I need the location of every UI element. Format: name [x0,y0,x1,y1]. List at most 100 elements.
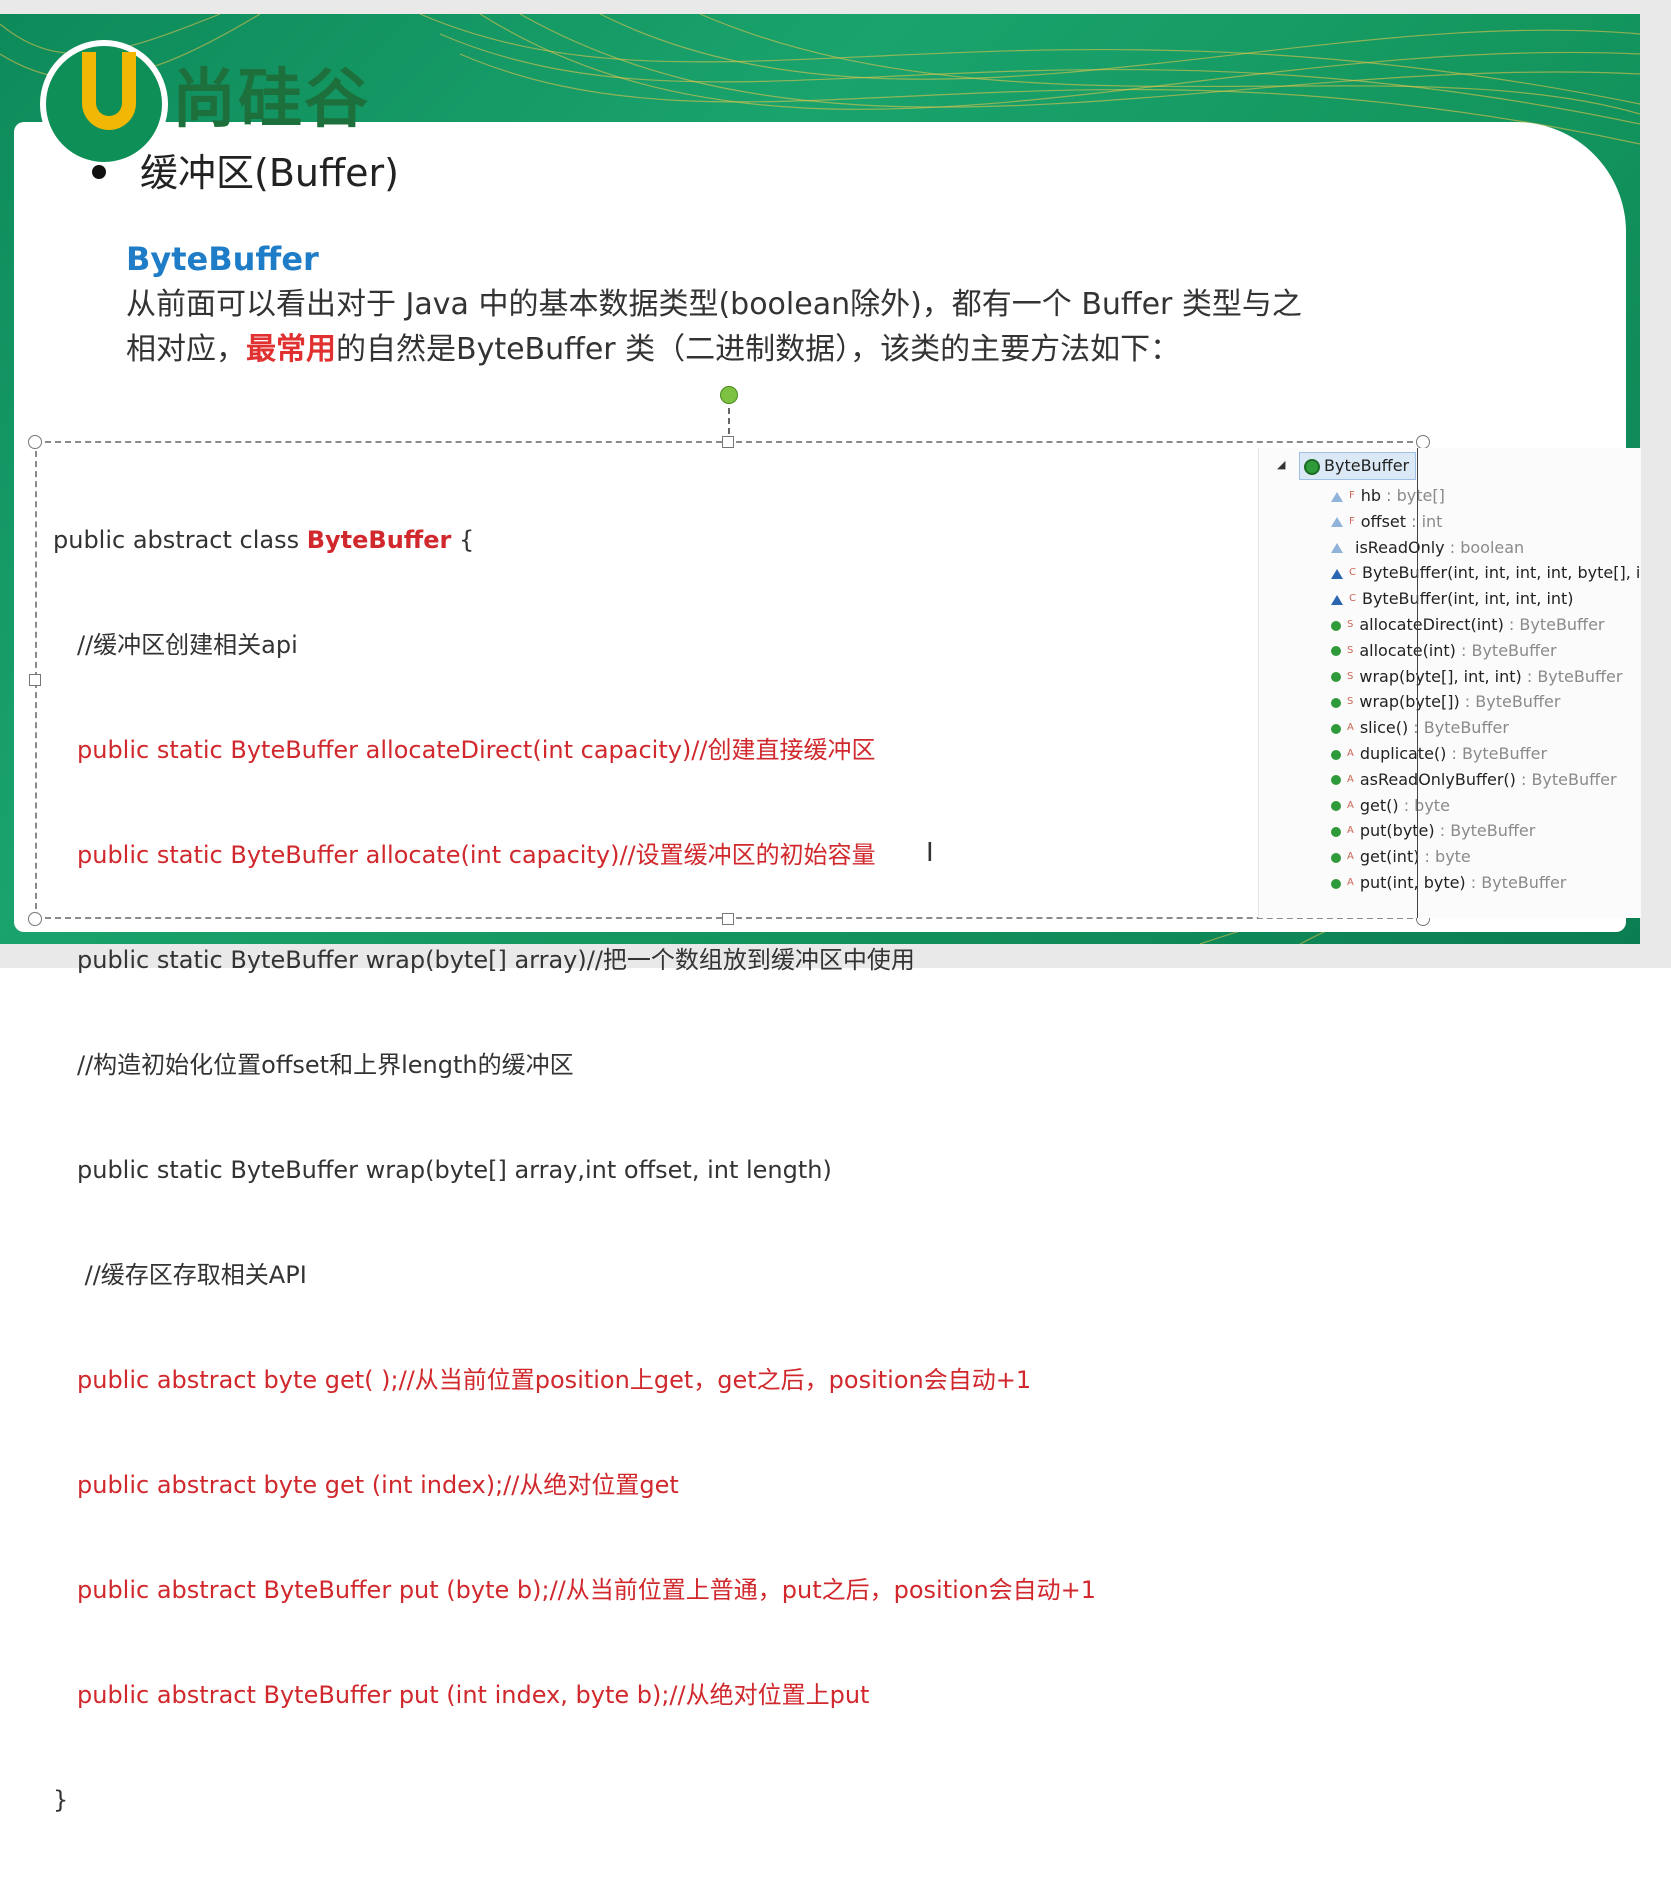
member-type: : byte [1398,795,1450,815]
member-type: : ByteBuffer [1503,615,1605,634]
modifier-label: A [1347,748,1354,759]
code-line: public abstract byte get (int index);//从… [77,1471,679,1499]
modifier-label: A [1347,851,1354,863]
code-line: public static ByteBuffer allocateDirect(… [77,736,876,764]
member-type: : byte [1419,847,1471,867]
outline-item[interactable]: Swrap(byte[], int, int) : ByteBuffer [1331,663,1622,690]
para-emphasis: 最常用 [246,332,336,367]
modifier-label: C [1349,567,1356,579]
code-line: public static ByteBuffer wrap(byte[] arr… [77,1156,832,1184]
logo-text: 尚硅谷 [172,63,370,137]
member-name: isReadOnly [1355,537,1445,557]
member-name: put(int, byte) [1359,873,1466,892]
member-type: : ByteBuffer [1515,769,1617,789]
brand-logo: 尚硅谷 [22,22,422,168]
outline-item[interactable]: C ByteBuffer(int, int, int, int, byte[], … [1331,559,1640,586]
member-name: wrap(byte[], int, int) [1359,666,1522,686]
member-type: : ByteBuffer [1408,718,1509,738]
public-method-icon [1331,801,1341,812]
field-icon [1331,543,1343,554]
rotate-handle[interactable] [720,386,738,404]
member-type: : ByteBuffer [1446,744,1548,763]
bullet-title-text: 缓冲区(Buffer) [140,151,399,195]
modifier-label: A [1347,877,1354,888]
para-line-1: 从前面可以看出对于 Java 中的基本数据类型(boolean除外)，都有一个 … [126,287,1302,322]
bullet-icon [92,164,106,179]
code-line: public abstract byte get( );//从当前位置posit… [77,1366,1032,1394]
member-name: ByteBuffer(int, int, int, int) [1361,589,1574,609]
outline-item[interactable]: Aget() : byte [1331,792,1450,819]
outline-item[interactable]: SallocateDirect(int) : ByteBuffer [1331,611,1605,638]
field-icon [1331,491,1343,502]
para-line-2: 相对应，最常用的自然是ByteBuffer 类（二进制数据），该类的主要方法如下… [126,327,1526,372]
member-name: ByteBuffer(int, int, int, int, byte[], i [1361,563,1641,583]
para-text-b: 的自然是ByteBuffer 类（二进制数据），该类的主要方法如下： [336,332,1181,367]
outline-item[interactable]: C ByteBuffer(int, int, int, int) [1331,585,1574,612]
decl-class-name: ByteBuffer [306,526,452,554]
modifier-label: A [1347,799,1354,811]
logo-u-icon [82,52,136,130]
code-block: public abstract class ByteBuffer { //缓冲区… [53,453,1096,1888]
modifier-label: F [1349,490,1355,501]
outline-view: ◢ ByteBuffer Fhb : byte[] Foffset : int is… [1258,448,1641,918]
public-method-icon [1331,826,1341,837]
outline-item[interactable]: Aput(int, byte) : ByteBuffer [1331,869,1566,896]
outline-item[interactable]: Aduplicate() : ByteBuffer [1331,740,1547,767]
outline-root-label: ByteBuffer [1324,456,1410,475]
modifier-label: S [1347,696,1354,708]
outline-root-class[interactable]: ByteBuffer [1299,452,1417,480]
public-method-icon [1331,878,1341,889]
outline-item[interactable]: AasReadOnlyBuffer() : ByteBuffer [1331,766,1617,793]
member-name: slice() [1359,718,1409,738]
resize-handle-bottom[interactable] [722,913,734,925]
public-method-icon [1331,749,1341,760]
modifier-label: F [1349,515,1355,527]
public-method-icon [1331,646,1341,657]
resize-handle-top-left[interactable] [28,435,42,449]
ibeam-cursor-icon: I [926,838,934,868]
member-name: get(int) [1359,847,1420,867]
outline-item[interactable]: Aget(int) : byte [1331,843,1471,870]
public-method-icon [1331,697,1341,708]
member-name: duplicate() [1359,744,1447,763]
modifier-label: A [1347,773,1354,785]
member-name: put(byte) [1359,821,1435,841]
member-type: : byte[] [1381,486,1445,505]
class-close-brace: } [53,1786,69,1814]
outline-item[interactable]: Aslice() : ByteBuffer [1331,714,1509,741]
field-icon [1331,594,1343,605]
outline-item[interactable]: Sallocate(int) : ByteBuffer [1331,637,1557,664]
code-line: //构造初始化位置offset和上界length的缓冲区 [77,1051,574,1079]
resize-handle-top-right[interactable] [1416,435,1430,449]
code-line: public static ByteBuffer allocate(int ca… [77,841,876,869]
member-name: offset [1360,511,1407,531]
modifier-label: C [1349,593,1356,605]
modifier-label: S [1347,644,1354,656]
code-textbox[interactable]: public abstract class ByteBuffer { //缓冲区… [35,441,1423,1814]
member-type: : boolean [1444,537,1525,557]
member-type: : ByteBuffer [1465,873,1567,892]
modifier-label: A [1347,722,1354,734]
modifier-label: S [1347,670,1354,682]
resize-handle-left[interactable] [29,674,41,686]
code-line: public abstract ByteBuffer put (byte b);… [77,1576,1097,1604]
outline-item[interactable]: isReadOnly : boolean [1331,534,1524,561]
public-method-icon [1331,775,1341,786]
code-line: public static ByteBuffer wrap(byte[] arr… [77,946,915,974]
public-method-icon [1331,672,1341,683]
code-line: //缓存区存取相关API [77,1261,307,1289]
outline-item[interactable]: Fhb : byte[] [1331,482,1445,509]
public-method-icon [1331,852,1341,863]
member-name: allocateDirect(int) [1359,615,1504,634]
outline-item[interactable]: Aput(byte) : ByteBuffer [1331,817,1535,844]
public-method-icon [1331,723,1341,734]
decl-prefix: public abstract class [53,526,307,554]
collapse-arrow-icon[interactable]: ◢ [1277,458,1285,471]
resize-handle-top[interactable] [722,436,734,448]
resize-handle-bottom-left[interactable] [28,912,42,926]
outline-item[interactable]: Foffset : int [1331,508,1442,535]
member-type: : int [1406,511,1443,531]
member-type: : ByteBuffer [1455,640,1557,660]
outline-item[interactable]: Swrap(byte[]) : ByteBuffer [1331,688,1560,715]
member-type: : ByteBuffer [1434,821,1536,841]
